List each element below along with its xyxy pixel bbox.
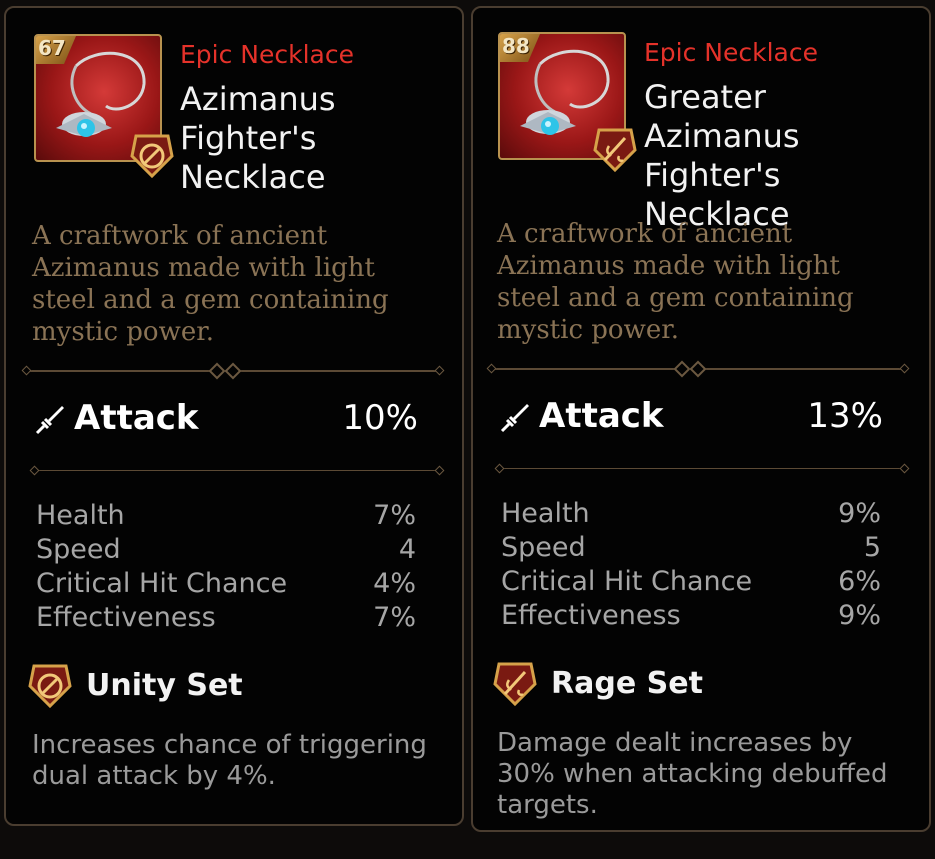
sub-stat-value: 4 — [398, 534, 416, 565]
sub-stat-row: Critical Hit Chance 6% — [501, 566, 881, 600]
item-description: A craftwork of ancient Azimanus made wit… — [497, 218, 854, 346]
description-line: A craftwork of ancient — [497, 219, 793, 249]
set-row: Unity Set — [26, 662, 426, 714]
sub-stat-label: Effectiveness — [36, 602, 216, 633]
sub-stat-row: Speed 4 — [36, 534, 416, 568]
item-name-line: Azimanus — [180, 80, 336, 118]
rage-set-icon — [493, 662, 537, 707]
item-rarity: Epic Necklace — [180, 40, 354, 69]
set-effect-line: dual attack by 4%. — [32, 761, 276, 791]
sub-stat-label: Health — [36, 500, 125, 531]
sub-stat-row: Critical Hit Chance 4% — [36, 568, 416, 602]
ornate-divider — [486, 360, 910, 378]
item-name-line: Necklace — [180, 158, 326, 196]
sub-stats-list: Health 9% Speed 5 Critical Hit Chance 6%… — [501, 498, 881, 634]
sub-stat-row: Effectiveness 9% — [501, 600, 881, 634]
description-line: steel and a gem containing — [497, 283, 854, 313]
main-stat-value: 10% — [342, 398, 418, 438]
item-name: Greater Azimanus Fighter's Necklace — [644, 78, 800, 234]
sub-stat-label: Critical Hit Chance — [501, 566, 753, 597]
description-line: A craftwork of ancient — [32, 221, 328, 251]
sub-stat-row: Health 9% — [501, 498, 881, 532]
set-row: Rage Set — [491, 660, 891, 712]
unity-set-icon — [28, 664, 72, 709]
item-level: 67 — [38, 36, 66, 60]
main-stat-value: 13% — [807, 396, 883, 436]
item-card-right[interactable]: 88 Epic Necklace Greater Azimanus Fighte… — [471, 6, 931, 832]
item-description: A craftwork of ancient Azimanus made wit… — [32, 220, 389, 348]
set-effect-line: Increases chance of triggering — [32, 730, 427, 760]
unity-set-icon — [130, 134, 174, 179]
ornate-divider — [21, 362, 445, 380]
divider — [494, 463, 910, 474]
sub-stat-label: Critical Hit Chance — [36, 568, 288, 599]
description-line: Azimanus made with light — [32, 253, 375, 283]
main-stat-label: Attack — [539, 396, 664, 436]
sub-stat-value: 5 — [863, 532, 881, 563]
set-effect: Damage dealt increases by 30% when attac… — [497, 728, 888, 821]
item-name-line: Fighter's — [644, 156, 781, 194]
item-name: Azimanus Fighter's Necklace — [180, 80, 336, 197]
sub-stat-value: 9% — [838, 600, 881, 631]
set-effect-line: targets. — [497, 790, 598, 820]
sub-stat-label: Health — [501, 498, 590, 529]
description-line: Azimanus made with light — [497, 251, 840, 281]
item-level: 88 — [502, 34, 530, 58]
set-effect-line: 30% when attacking debuffed — [497, 759, 888, 789]
description-line: mystic power. — [32, 317, 215, 347]
sub-stat-value: 7% — [373, 602, 416, 633]
main-stat-label: Attack — [74, 398, 199, 438]
set-name: Rage Set — [551, 666, 703, 701]
rage-set-icon — [593, 128, 637, 173]
sub-stats-list: Health 7% Speed 4 Critical Hit Chance 4%… — [36, 500, 416, 636]
set-name: Unity Set — [86, 668, 243, 703]
item-name-line: Azimanus — [644, 117, 800, 155]
item-name-line: Greater — [644, 78, 766, 116]
sub-stat-value: 7% — [373, 500, 416, 531]
sword-icon — [35, 406, 64, 435]
description-line: steel and a gem containing — [32, 285, 389, 315]
sub-stat-value: 4% — [373, 568, 416, 599]
divider — [29, 465, 445, 476]
description-line: mystic power. — [497, 315, 680, 345]
sub-stat-row: Effectiveness 7% — [36, 602, 416, 636]
sub-stat-label: Speed — [501, 532, 586, 563]
main-stat: Attack 10% — [34, 398, 418, 442]
set-effect-line: Damage dealt increases by — [497, 728, 853, 758]
item-name-line: Fighter's — [180, 119, 317, 157]
item-card-left[interactable]: 67 Epic Necklace Azimanus Fighter's Neck… — [4, 6, 464, 826]
sub-stat-label: Effectiveness — [501, 600, 681, 631]
sub-stat-label: Speed — [36, 534, 121, 565]
sub-stat-value: 9% — [838, 498, 881, 529]
main-stat: Attack 13% — [499, 396, 883, 440]
item-rarity: Epic Necklace — [644, 38, 818, 67]
sword-icon — [500, 404, 529, 433]
sub-stat-row: Health 7% — [36, 500, 416, 534]
set-effect: Increases chance of triggering dual atta… — [32, 730, 427, 792]
sub-stat-value: 6% — [838, 566, 881, 597]
sub-stat-row: Speed 5 — [501, 532, 881, 566]
